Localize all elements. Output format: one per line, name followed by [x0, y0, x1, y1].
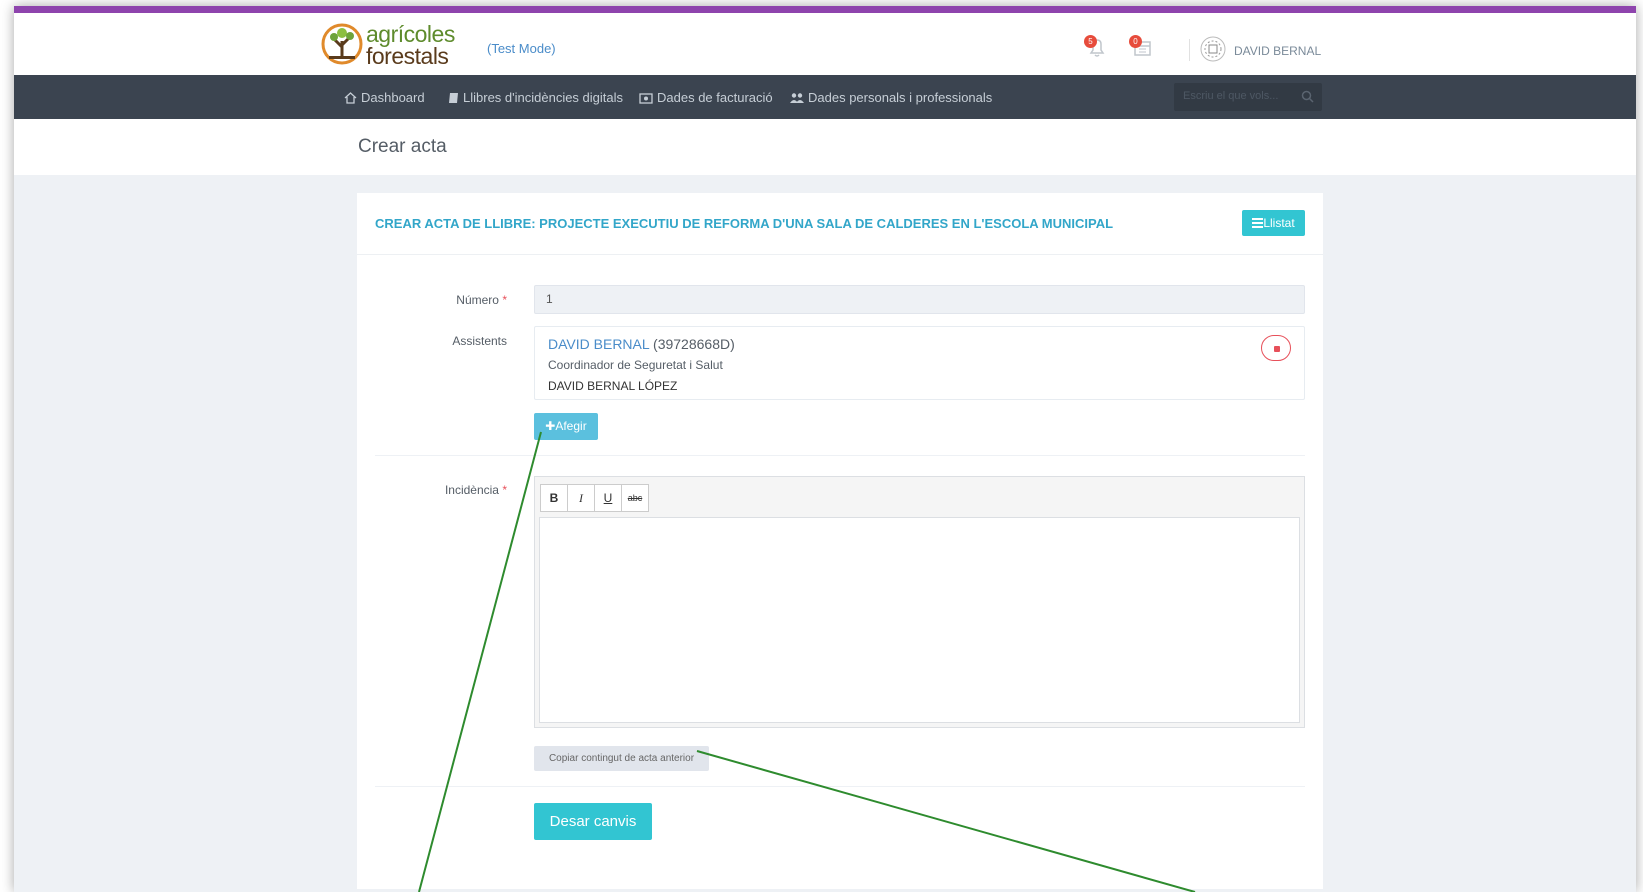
brand-logo[interactable]: agrícoles forestals — [321, 21, 471, 69]
test-mode-label: (Test Mode) — [487, 41, 556, 56]
page-title: Crear acta — [358, 136, 447, 157]
search-placeholder: Escriu el que vols... — [1183, 90, 1279, 102]
user-avatar[interactable] — [1199, 35, 1227, 63]
nav-dashboard[interactable]: Dashboard — [344, 90, 425, 105]
main-nav: Dashboard Llibres d'incidències digitals… — [14, 75, 1636, 119]
incidencia-label-text: Incidència — [444, 483, 499, 497]
nav-llibres[interactable]: Llibres d'incidències digitals — [448, 90, 623, 105]
incidencia-textarea[interactable] — [539, 517, 1300, 723]
home-icon — [344, 92, 357, 104]
user-name[interactable]: DAVID BERNAL — [1234, 44, 1321, 58]
assistant-name-link[interactable]: DAVID BERNAL — [548, 336, 649, 352]
card-header: CREAR ACTA DE LLIBRE: PROJECTE EXECUTIU … — [357, 193, 1323, 255]
numero-label: Número * — [357, 293, 507, 307]
browser-page: agrícoles forestals (Test Mode) 5 0 DAVI… — [14, 6, 1636, 892]
trash-icon — [1274, 346, 1280, 352]
strikethrough-button[interactable]: abc — [621, 484, 649, 512]
assistant-role: Coordinador de Seguretat i Salut — [548, 358, 723, 372]
users-icon — [790, 93, 804, 103]
top-color-stripe — [14, 6, 1636, 13]
app-header: agrícoles forestals (Test Mode) 5 0 DAVI… — [14, 13, 1636, 75]
list-button[interactable]: Llistat — [1242, 210, 1305, 236]
copy-previous-button[interactable]: Copiar contingut de acta anterior — [534, 746, 709, 771]
incidencia-label: Incidència * — [357, 483, 507, 497]
nav-dashboard-label: Dashboard — [361, 90, 425, 105]
nav-llibres-label: Llibres d'incidències digitals — [463, 90, 624, 105]
nav-dades-personals-label: Dades personals i professionals — [808, 90, 993, 105]
list-button-label: Llistat — [1263, 216, 1295, 230]
search-input[interactable]: Escriu el que vols... — [1174, 83, 1322, 111]
add-assistant-button[interactable]: ✚Afegir — [534, 413, 598, 440]
page-header: Crear acta — [14, 119, 1636, 175]
rich-text-editor: B I U abc — [534, 476, 1305, 728]
nav-facturacio[interactable]: Dades de facturació — [639, 90, 773, 105]
notifications-badge: 5 — [1084, 35, 1097, 48]
brand-line1: agrícoles — [366, 21, 455, 47]
book-icon — [449, 93, 458, 103]
add-button-label: Afegir — [555, 419, 587, 433]
search-icon[interactable] — [1301, 90, 1314, 103]
plus-icon: ✚ — [545, 419, 556, 433]
numero-label-text: Número — [456, 293, 499, 307]
bold-button[interactable]: B — [540, 484, 568, 512]
tree-logo-icon — [321, 23, 363, 65]
assistents-label: Assistents — [452, 334, 507, 348]
card-title: CREAR ACTA DE LLIBRE: PROJECTE EXECUTIU … — [375, 216, 1114, 231]
notifications-button[interactable]: 5 — [1084, 35, 1110, 61]
assistant-name-line: DAVID BERNAL (39728668D) — [548, 336, 735, 352]
tasks-button[interactable]: 0 — [1129, 35, 1155, 61]
nav-facturacio-label: Dades de facturació — [657, 90, 773, 105]
underline-button[interactable]: U — [594, 484, 622, 512]
numero-field[interactable]: 1 — [534, 285, 1305, 314]
section-divider — [375, 455, 1305, 456]
money-icon — [639, 93, 653, 104]
remove-assistant-button[interactable] — [1261, 335, 1291, 361]
nav-dades-personals[interactable]: Dades personals i professionals — [790, 90, 992, 105]
header-divider — [1189, 39, 1190, 61]
form-card: CREAR ACTA DE LLIBRE: PROJECTE EXECUTIU … — [357, 193, 1323, 889]
list-icon — [1252, 218, 1264, 228]
tasks-badge: 0 — [1129, 35, 1142, 48]
section-divider — [375, 786, 1305, 787]
assistant-full-name: DAVID BERNAL LÓPEZ — [548, 379, 678, 393]
required-marker: * — [502, 483, 507, 497]
brand-line2: forestals — [366, 43, 449, 69]
assistant-id: (39728668D) — [653, 336, 735, 352]
brand-name: agrícoles forestals — [366, 21, 455, 69]
assistant-card: DAVID BERNAL (39728668D) Coordinador de … — [534, 326, 1305, 400]
required-marker: * — [502, 293, 507, 307]
save-button[interactable]: Desar canvis — [534, 803, 652, 840]
italic-button[interactable]: I — [567, 484, 595, 512]
